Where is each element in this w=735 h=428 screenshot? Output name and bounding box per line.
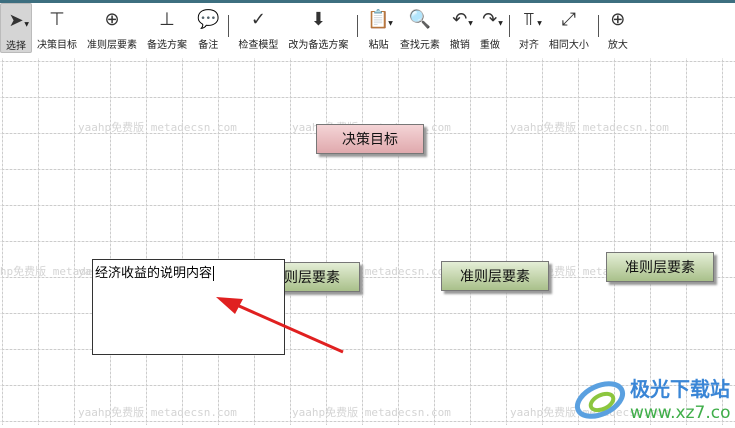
annotation-arrow bbox=[216, 297, 344, 354]
